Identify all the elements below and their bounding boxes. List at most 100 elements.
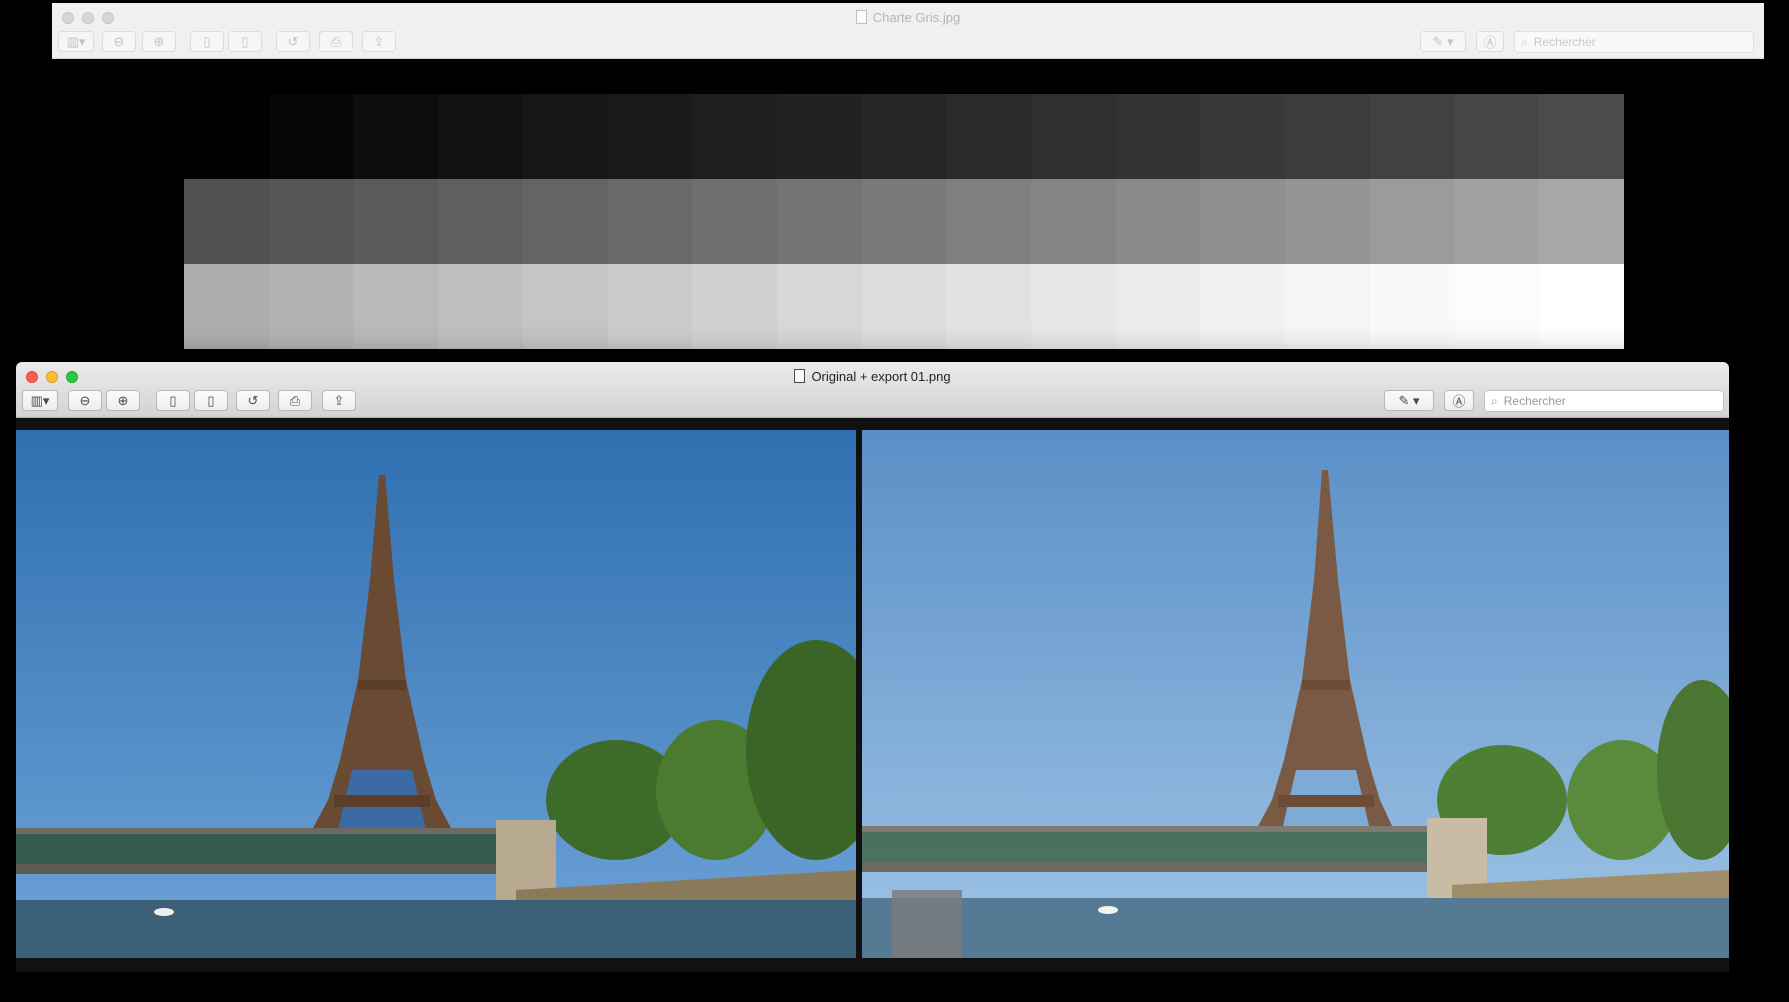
search-field[interactable]: ⌕ xyxy=(1514,31,1754,53)
gray-swatch xyxy=(353,94,439,179)
eiffel-tower-photo xyxy=(862,430,1729,958)
next-page-icon: ▯ xyxy=(241,33,249,49)
window-title: Charte Gris.jpg xyxy=(52,10,1764,25)
markup-button[interactable]: ✎ ▾ xyxy=(1420,31,1466,52)
gray-swatch xyxy=(692,179,777,264)
gray-swatch xyxy=(522,264,608,349)
markup-icon: ✎ ▾ xyxy=(1432,33,1454,49)
gray-swatch xyxy=(268,264,354,349)
next-page-button[interactable]: ▯ xyxy=(228,31,262,52)
print-button[interactable]: ⎙ xyxy=(319,31,353,52)
gray-swatch xyxy=(268,179,354,264)
gray-swatch xyxy=(946,264,1032,349)
search-icon: ⌕ xyxy=(1491,393,1498,408)
photo-export xyxy=(862,430,1729,958)
gray-swatch xyxy=(692,94,777,179)
rotate-icon: ↺ xyxy=(287,33,299,49)
search-field[interactable]: ⌕ xyxy=(1484,390,1724,412)
zoom-in-icon: ⊕ xyxy=(117,392,129,408)
sidebar-icon: ▥▾ xyxy=(30,392,50,408)
gray-swatch xyxy=(1115,94,1201,179)
gray-swatch xyxy=(438,179,523,264)
gray-swatch xyxy=(776,179,862,264)
title-bar[interactable]: Charte Gris.jpg ▥▾ ⊖ ⊕ ▯ ▯ ↺ ⎙ ⇪ ✎ ▾ Ⓐ ⌕ xyxy=(52,3,1764,59)
markup-button[interactable]: ✎ ▾ xyxy=(1384,390,1434,411)
rotate-button[interactable]: ↺ xyxy=(276,31,310,52)
gray-swatch xyxy=(1454,179,1540,264)
zoom-out-button[interactable]: ⊖ xyxy=(68,390,102,411)
gray-swatch xyxy=(184,179,269,264)
gray-swatch xyxy=(522,179,608,264)
toolbar: ▥▾ ⊖ ⊕ ▯ ▯ ↺ ⎙ ⇪ ✎ ▾ Ⓐ ⌕ xyxy=(58,31,1758,53)
gray-swatch xyxy=(438,264,523,349)
gray-swatch xyxy=(1031,94,1116,179)
gray-swatch xyxy=(946,94,1032,179)
search-input[interactable] xyxy=(1503,394,1684,408)
gray-swatch xyxy=(607,94,693,179)
search-icon: ⌕ xyxy=(1521,34,1528,49)
gray-swatch xyxy=(353,264,439,349)
previous-page-button[interactable]: ▯ xyxy=(190,31,224,52)
gray-swatch xyxy=(1285,264,1370,349)
gray-swatch xyxy=(522,94,608,179)
gray-swatch xyxy=(861,94,947,179)
annotate-icon: Ⓐ xyxy=(1483,35,1497,50)
previous-page-icon: ▯ xyxy=(169,392,177,408)
search-input[interactable] xyxy=(1533,35,1714,49)
gray-swatch xyxy=(1200,94,1286,179)
gray-swatch xyxy=(607,179,693,264)
gray-swatch xyxy=(946,179,1032,264)
gray-swatch xyxy=(607,264,693,349)
window-title-text: Original + export 01.png xyxy=(811,369,951,384)
gray-swatch xyxy=(1539,179,1624,264)
rotate-button[interactable]: ↺ xyxy=(236,390,270,411)
share-icon: ⇪ xyxy=(373,33,385,49)
zoom-out-button[interactable]: ⊖ xyxy=(102,31,136,52)
gray-swatch xyxy=(1539,94,1624,179)
gray-swatch xyxy=(184,264,269,349)
sidebar-toggle-button[interactable]: ▥▾ xyxy=(22,390,58,411)
document-icon xyxy=(855,10,867,24)
annotate-button[interactable]: Ⓐ xyxy=(1444,390,1474,411)
gray-swatch xyxy=(1031,264,1116,349)
share-icon: ⇪ xyxy=(333,392,345,408)
gray-swatch xyxy=(1115,179,1201,264)
window-title: Original + export 01.png xyxy=(16,369,1729,384)
print-button[interactable]: ⎙ xyxy=(278,390,312,411)
gray-swatch xyxy=(776,94,862,179)
photo-original xyxy=(16,430,856,958)
window-title-text: Charte Gris.jpg xyxy=(872,10,961,25)
zoom-in-button[interactable]: ⊕ xyxy=(106,390,140,411)
document-icon xyxy=(794,369,806,383)
zoom-in-button[interactable]: ⊕ xyxy=(142,31,176,52)
gray-swatch xyxy=(1200,179,1286,264)
gray-swatch xyxy=(1200,264,1286,349)
gray-swatch xyxy=(353,179,439,264)
title-bar[interactable]: Original + export 01.png ▥▾ ⊖ ⊕ ▯ ▯ ↺ ⎙ … xyxy=(16,362,1729,418)
share-button[interactable]: ⇪ xyxy=(322,390,356,411)
gray-scale-chart xyxy=(184,94,1624,349)
next-page-button[interactable]: ▯ xyxy=(194,390,228,411)
gray-swatch xyxy=(1539,264,1624,349)
sidebar-icon: ▥▾ xyxy=(66,33,86,49)
gray-swatch xyxy=(692,264,777,349)
annotate-button[interactable]: Ⓐ xyxy=(1476,31,1504,52)
gray-row xyxy=(184,264,1624,349)
gray-swatch xyxy=(1369,94,1455,179)
gray-swatch xyxy=(1454,94,1540,179)
next-page-icon: ▯ xyxy=(207,392,215,408)
preview-window-original-export: Original + export 01.png ▥▾ ⊖ ⊕ ▯ ▯ ↺ ⎙ … xyxy=(16,362,1729,972)
previous-page-button[interactable]: ▯ xyxy=(156,390,190,411)
gray-swatch xyxy=(1115,264,1201,349)
zoom-in-icon: ⊕ xyxy=(153,33,165,49)
gray-swatch xyxy=(861,264,947,349)
toolbar: ▥▾ ⊖ ⊕ ▯ ▯ ↺ ⎙ ⇪ ✎ ▾ Ⓐ ⌕ xyxy=(22,390,1724,412)
gray-swatch xyxy=(1031,179,1116,264)
zoom-out-icon: ⊖ xyxy=(113,33,125,49)
gray-swatch xyxy=(861,179,947,264)
gray-swatch xyxy=(438,94,523,179)
gray-swatch xyxy=(1454,264,1540,349)
sidebar-toggle-button[interactable]: ▥▾ xyxy=(58,31,94,52)
share-button[interactable]: ⇪ xyxy=(362,31,396,52)
print-icon: ⎙ xyxy=(330,33,342,49)
